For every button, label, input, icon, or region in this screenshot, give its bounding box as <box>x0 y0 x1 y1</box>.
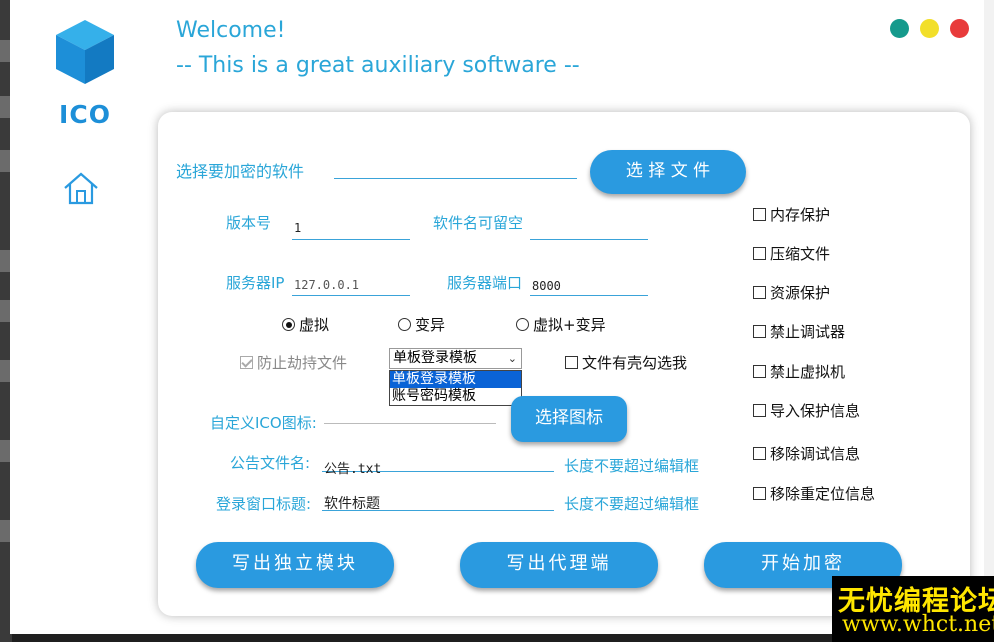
option-label: 资源保护 <box>770 284 831 302</box>
shell-label: 文件有壳勾选我 <box>582 354 688 372</box>
software-name-field[interactable] <box>530 222 648 240</box>
select-software-label: 选择要加密的软件 <box>176 162 305 181</box>
anti-hijack-checkbox[interactable]: 防止劫持文件 <box>240 352 347 373</box>
anti-hijack-label: 防止劫持文件 <box>257 354 348 372</box>
server-ip-field[interactable] <box>292 278 410 296</box>
radio-button-virtual-mutate[interactable] <box>516 318 529 331</box>
option-label: 压缩文件 <box>770 245 831 263</box>
write-module-button[interactable]: 写出独立模块 <box>196 542 394 588</box>
server-ip-label: 服务器IP <box>226 274 285 292</box>
option-label: 移除调试信息 <box>770 445 861 463</box>
version-label: 版本号 <box>226 214 272 232</box>
sidebar: ICO <box>10 0 160 634</box>
software-path-field[interactable] <box>334 162 577 179</box>
option-label: 禁止调试器 <box>770 323 846 341</box>
welcome-subtitle: -- This is a great auxiliary software -- <box>176 53 580 78</box>
option-label: 导入保护信息 <box>770 402 861 420</box>
radio-button-mutate[interactable] <box>398 318 411 331</box>
server-port-field[interactable] <box>530 278 648 296</box>
login-title-value: 软件标题 <box>324 496 380 512</box>
select-file-button[interactable]: 选 择 文 件 <box>590 150 746 194</box>
desktop-background-right <box>984 0 994 642</box>
option-box[interactable] <box>753 247 766 260</box>
template-option[interactable]: 账号密码模板 <box>390 388 521 405</box>
software-name-label: 软件名可留空 <box>433 214 524 232</box>
radio-label-mutate: 变异 <box>415 316 446 334</box>
main-panel: 选择要加密的软件 选 择 文 件 版本号 1 软件名可留空 服务器IP 127.… <box>158 112 970 616</box>
radio-mutate[interactable]: 变异 <box>398 314 445 335</box>
custom-ico-label: 自定义ICO图标: <box>210 414 317 432</box>
notice-file-label: 公告文件名: <box>230 454 311 472</box>
write-proxy-button[interactable]: 写出代理端 <box>460 542 658 588</box>
option-box[interactable] <box>753 286 766 299</box>
option-box[interactable] <box>753 404 766 417</box>
watermark-url: www.whct.net <box>842 612 994 637</box>
option-checkbox[interactable]: 压缩文件 <box>753 243 830 264</box>
app-window: ICO Welcome! -- This is a great auxiliar… <box>10 0 984 634</box>
login-title-label: 登录窗口标题: <box>216 495 312 513</box>
radio-virtual[interactable]: 虚拟 <box>282 314 329 335</box>
option-label: 禁止虚拟机 <box>770 363 846 381</box>
option-checkbox[interactable]: 资源保护 <box>753 282 830 303</box>
minimize-dot[interactable] <box>890 19 909 38</box>
option-box[interactable] <box>753 325 766 338</box>
radio-button-virtual[interactable] <box>282 318 295 331</box>
option-checkbox[interactable]: 禁止虚拟机 <box>753 361 845 382</box>
maximize-dot[interactable] <box>920 19 939 38</box>
notice-length-hint: 长度不要超过编辑框 <box>564 457 700 475</box>
radio-virtual-mutate[interactable]: 虚拟+变异 <box>516 314 606 335</box>
template-dropdown-list: 单板登录模板 账号密码模板 <box>389 370 522 406</box>
option-box[interactable] <box>753 208 766 221</box>
radio-label-virtual-mutate: 虚拟+变异 <box>533 316 606 334</box>
option-checkbox[interactable]: 移除调试信息 <box>753 443 860 464</box>
option-box[interactable] <box>753 447 766 460</box>
template-option[interactable]: 单板登录模板 <box>390 371 521 388</box>
option-box[interactable] <box>753 487 766 500</box>
close-dot[interactable] <box>950 19 969 38</box>
server-port-label: 服务器端口 <box>447 274 523 292</box>
chevron-down-icon: ⌄ <box>507 352 517 365</box>
radio-label-virtual: 虚拟 <box>299 316 330 334</box>
welcome-title: Welcome! <box>176 18 286 43</box>
watermark: 无忧编程论坛 www.whct.net <box>832 576 994 642</box>
option-checkbox[interactable]: 导入保护信息 <box>753 400 860 421</box>
login-title-length-hint: 长度不要超过编辑框 <box>564 495 700 513</box>
template-select-value: 单板登录模板 <box>393 350 477 366</box>
cube-logo-icon <box>56 20 114 84</box>
shell-box[interactable] <box>565 356 578 369</box>
custom-ico-field[interactable] <box>324 406 496 424</box>
logo-text: ICO <box>59 100 111 129</box>
option-checkbox[interactable]: 移除重定位信息 <box>753 483 875 504</box>
shell-checkbox[interactable]: 文件有壳勾选我 <box>565 352 687 373</box>
anti-hijack-box[interactable] <box>240 356 253 369</box>
template-select[interactable]: 单板登录模板 ⌄ <box>389 348 522 369</box>
home-icon[interactable] <box>62 170 100 206</box>
option-checkbox[interactable]: 禁止调试器 <box>753 321 845 342</box>
notice-file-value: 公告.txt <box>324 462 382 477</box>
version-field[interactable] <box>292 222 410 240</box>
option-label: 移除重定位信息 <box>770 485 876 503</box>
option-checkbox[interactable]: 内存保护 <box>753 204 830 225</box>
option-label: 内存保护 <box>770 206 831 224</box>
select-icon-button[interactable]: 选择图标 <box>511 396 627 442</box>
option-box[interactable] <box>753 365 766 378</box>
